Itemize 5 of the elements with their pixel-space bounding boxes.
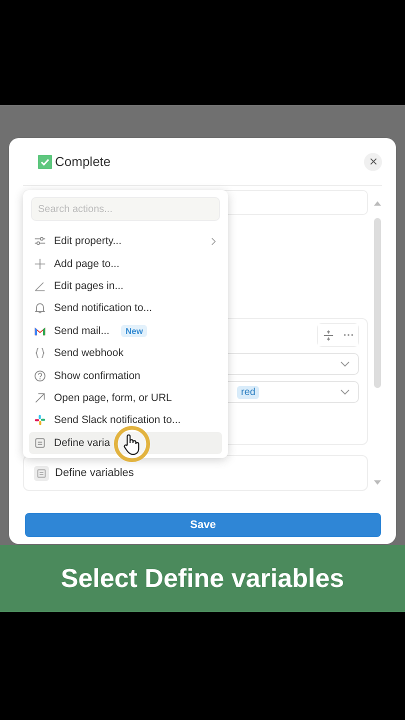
new-badge: New bbox=[121, 324, 147, 337]
caption: Select Define variables bbox=[0, 545, 405, 612]
status-tag: red bbox=[237, 386, 260, 398]
dialog-title: Complete bbox=[55, 154, 111, 169]
variables-label: Define variables bbox=[55, 467, 134, 479]
